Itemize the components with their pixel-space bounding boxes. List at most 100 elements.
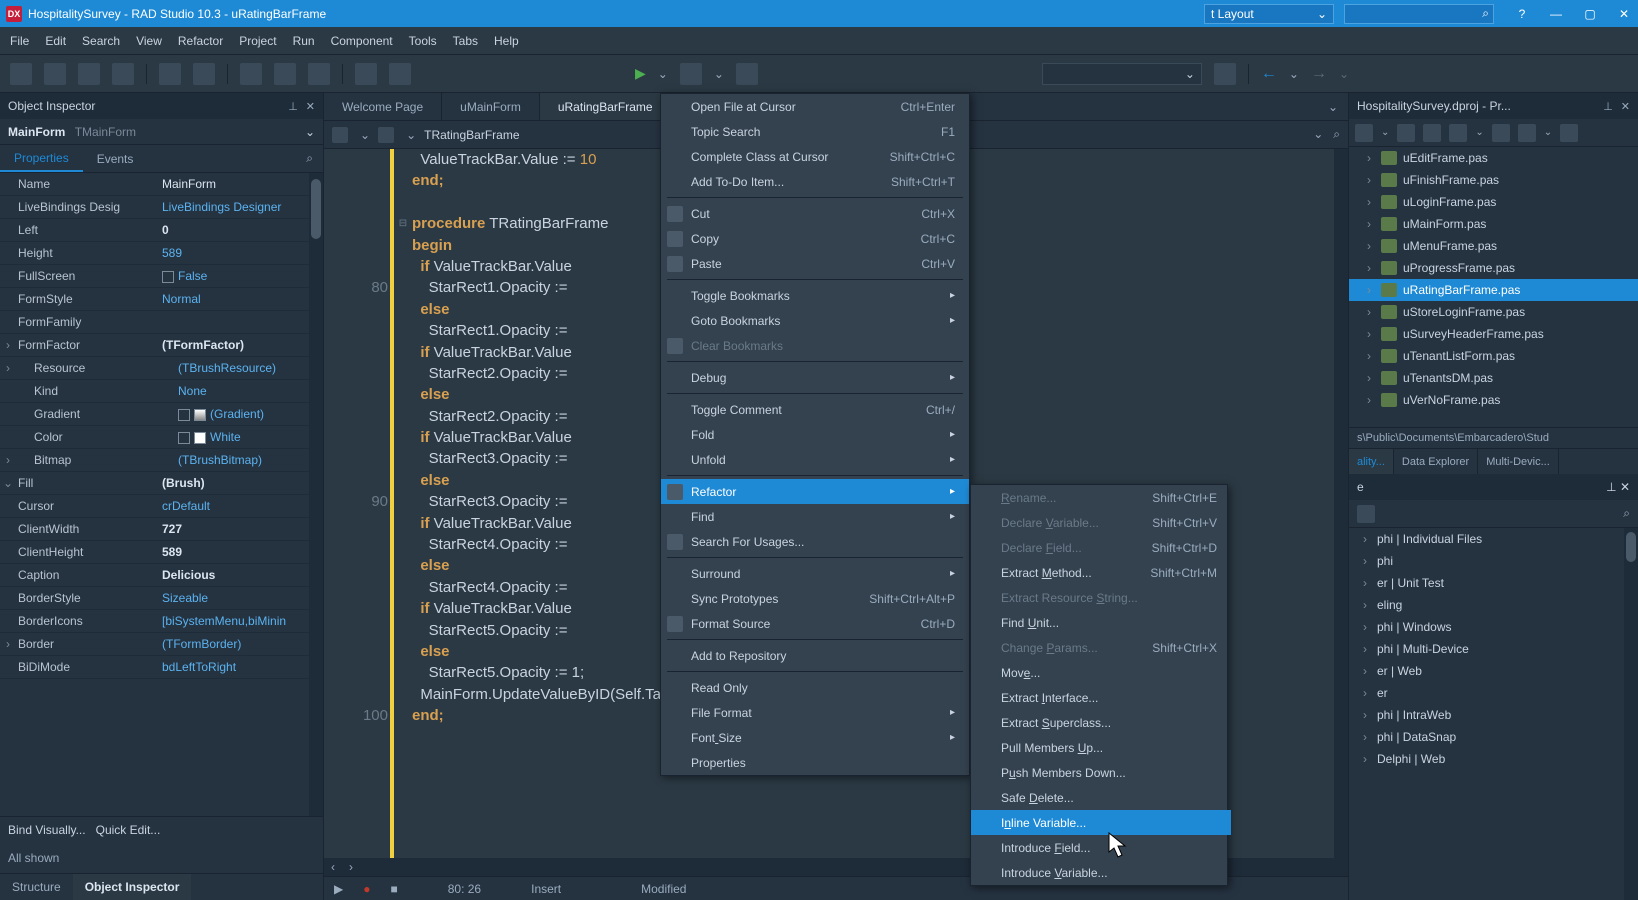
expander-icon[interactable]: › [0, 361, 16, 375]
platform-combo[interactable]: ⌄ [1042, 63, 1202, 85]
context-menu-item[interactable]: Read Only [661, 675, 969, 700]
menu-component[interactable]: Component [331, 34, 393, 48]
property-value[interactable]: False [156, 269, 323, 283]
tb-btn-2[interactable] [274, 63, 296, 85]
chevron-down-icon[interactable]: ⌄ [406, 128, 416, 142]
run-no-debug-button[interactable] [680, 63, 702, 85]
property-value[interactable]: (TBrushBitmap) [172, 453, 323, 467]
proj-tb-1[interactable] [1355, 124, 1373, 142]
expander-icon[interactable]: › [1367, 349, 1381, 363]
context-menu-item[interactable]: Sync PrototypesShift+Ctrl+Alt+P [661, 586, 969, 611]
property-value[interactable]: White [172, 430, 323, 444]
expander-icon[interactable]: › [1367, 151, 1381, 165]
expander-icon[interactable]: › [1363, 686, 1377, 700]
palette-list[interactable]: ›phi | Individual Files›phi›er | Unit Te… [1349, 528, 1638, 900]
refactor-menu-item[interactable]: Introduce Field... [971, 835, 1231, 860]
context-menu-item[interactable]: Properties [661, 750, 969, 775]
menu-view[interactable]: View [136, 34, 162, 48]
property-value[interactable]: MainForm [156, 177, 323, 191]
context-menu-item[interactable]: Open File at CursorCtrl+Enter [661, 94, 969, 119]
tab-properties[interactable]: Properties [0, 145, 83, 172]
refactor-menu-item[interactable]: Move... [971, 660, 1231, 685]
nav-forward-dropdown[interactable]: ⌄ [1339, 67, 1349, 81]
refactor-menu-item[interactable]: Pull Members Up... [971, 735, 1231, 760]
new-folder-button[interactable] [159, 63, 181, 85]
new-button[interactable] [10, 63, 32, 85]
add-folder-button[interactable] [193, 63, 215, 85]
proj-tb-6[interactable] [1518, 124, 1536, 142]
scrollbar[interactable] [309, 173, 323, 816]
close-icon[interactable]: ✕ [1621, 100, 1630, 113]
palette-category[interactable]: ›phi [1349, 550, 1638, 572]
layout-combo[interactable]: t Layout ⌄ [1204, 4, 1334, 24]
project-file[interactable]: ›uVerNoFrame.pas [1349, 389, 1638, 411]
refactor-menu-item[interactable]: Extract Method...Shift+Ctrl+M [971, 560, 1231, 585]
expander-icon[interactable]: ⌄ [0, 476, 16, 490]
context-menu-item[interactable]: Complete Class at CursorShift+Ctrl+C [661, 144, 969, 169]
pin-icon[interactable]: ⊥ [1603, 100, 1613, 113]
expander-icon[interactable]: › [1363, 532, 1377, 546]
property-grid[interactable]: NameMainFormLiveBindings DesigLiveBindin… [0, 173, 323, 816]
refactor-menu-item[interactable]: Push Members Down... [971, 760, 1231, 785]
property-value[interactable]: 0 [156, 223, 323, 237]
expander-icon[interactable]: › [0, 637, 16, 651]
expander-icon[interactable]: › [1367, 217, 1381, 231]
expander-icon[interactable]: › [1363, 576, 1377, 590]
nav-forward-button[interactable]: → [1311, 65, 1327, 83]
palette-cursor-icon[interactable] [1357, 505, 1375, 523]
context-menu-item[interactable]: Topic SearchF1 [661, 119, 969, 144]
property-value[interactable]: 727 [156, 522, 323, 536]
property-row[interactable]: ›Bitmap(TBrushBitmap) [0, 449, 323, 472]
object-selector[interactable]: MainForm TMainForm ⌄ [0, 119, 323, 145]
help-button[interactable]: ? [1514, 6, 1530, 22]
proj-tb-2[interactable] [1397, 124, 1415, 142]
close-icon[interactable]: ✕ [306, 100, 315, 113]
scrollbar-thumb[interactable] [311, 179, 321, 239]
palette-category[interactable]: ›eling [1349, 594, 1638, 616]
menu-tabs[interactable]: Tabs [453, 34, 478, 48]
project-file[interactable]: ›uMainForm.pas [1349, 213, 1638, 235]
property-row[interactable]: BorderStyleSizeable [0, 587, 323, 610]
close-button[interactable]: ✕ [1616, 6, 1632, 22]
project-file[interactable]: ›uProgressFrame.pas [1349, 257, 1638, 279]
nav-back-dropdown[interactable]: ⌄ [1289, 67, 1299, 81]
expander-icon[interactable]: › [1367, 195, 1381, 209]
expander-icon[interactable]: › [1367, 371, 1381, 385]
property-value[interactable]: Normal [156, 292, 323, 306]
context-menu-item[interactable]: Debug▸ [661, 365, 969, 390]
chevron-down-icon[interactable]: ⌄ [360, 128, 370, 142]
expander-icon[interactable]: › [0, 338, 16, 352]
menu-refactor[interactable]: Refactor [178, 34, 223, 48]
tb-btn-5[interactable] [389, 63, 411, 85]
context-menu-item[interactable]: Fold▸ [661, 422, 969, 447]
property-row[interactable]: ClientHeight589 [0, 541, 323, 564]
expander-icon[interactable]: › [1363, 554, 1377, 568]
property-value[interactable]: 589 [156, 246, 323, 260]
scroll-right-icon[interactable]: › [342, 860, 360, 874]
project-file[interactable]: ›uLoginFrame.pas [1349, 191, 1638, 213]
project-file[interactable]: ›uFinishFrame.pas [1349, 169, 1638, 191]
scroll-left-icon[interactable]: ‹ [324, 860, 342, 874]
context-menu-item[interactable]: Goto Bookmarks▸ [661, 308, 969, 333]
palette-category[interactable]: ›Delphi | Web [1349, 748, 1638, 770]
palette-category[interactable]: ›er | Web [1349, 660, 1638, 682]
pin-icon[interactable]: ⊥ [288, 100, 298, 113]
expander-icon[interactable]: › [1363, 664, 1377, 678]
property-value[interactable]: (Gradient) [172, 407, 323, 421]
property-value[interactable]: (TFormBorder) [156, 637, 323, 651]
context-menu-item[interactable]: Toggle Bookmarks▸ [661, 283, 969, 308]
breadcrumb-text[interactable]: TRatingBarFrame [424, 128, 519, 142]
property-value[interactable]: bdLeftToRight [156, 660, 323, 674]
chevron-down-icon[interactable]: ⌄ [1544, 127, 1552, 138]
insert-mode[interactable]: Insert [531, 882, 561, 896]
property-row[interactable]: ⌄Fill(Brush) [0, 472, 323, 495]
context-menu-item[interactable]: Refactor▸ [661, 479, 969, 504]
quick-edit-link[interactable]: Quick Edit... [96, 823, 161, 837]
tab-events[interactable]: Events [83, 145, 148, 172]
property-row[interactable]: LiveBindings DesigLiveBindings Designer [0, 196, 323, 219]
menu-tools[interactable]: Tools [409, 34, 437, 48]
property-row[interactable]: ›FormFactor(TFormFactor) [0, 334, 323, 357]
property-row[interactable]: ›Border(TFormBorder) [0, 633, 323, 656]
close-icon[interactable]: ✕ [1620, 480, 1630, 494]
property-value[interactable]: (TFormFactor) [156, 338, 323, 352]
